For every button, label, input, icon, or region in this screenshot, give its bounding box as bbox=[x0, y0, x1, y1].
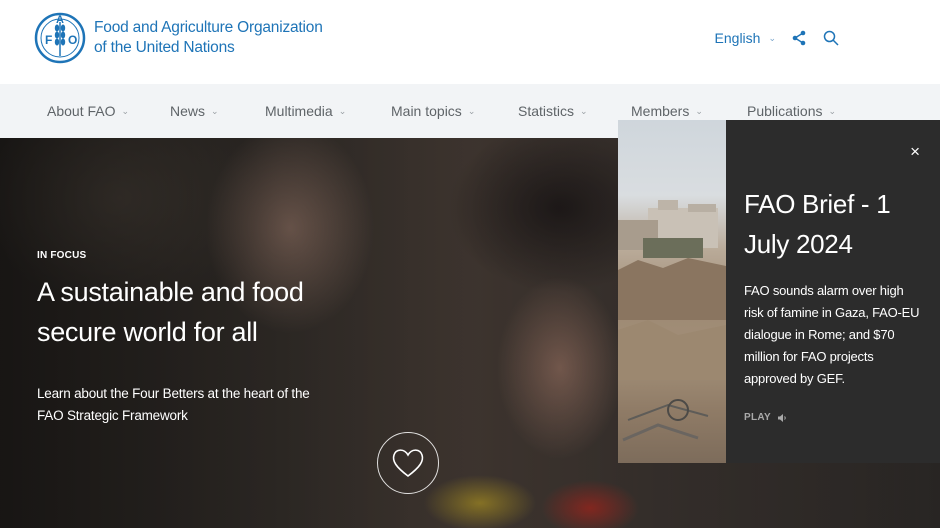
site-header: F O A Food and Agriculture Organization … bbox=[0, 0, 940, 84]
chevron-down-icon: ⌄ bbox=[695, 105, 703, 116]
fao-seal-icon: F O A bbox=[34, 12, 86, 64]
nav-item-members[interactable]: Members ⌄ bbox=[631, 103, 703, 119]
hero-headline[interactable]: A sustainable and food secure world for … bbox=[37, 272, 377, 352]
chevron-down-icon: ⌄ bbox=[828, 105, 837, 116]
nav-item-statistics[interactable]: Statistics ⌄ bbox=[518, 103, 588, 119]
org-name-line2: of the United Nations bbox=[94, 39, 235, 56]
hero-subtext[interactable]: Learn about the Four Betters at the hear… bbox=[37, 383, 337, 427]
org-name: Food and Agriculture Organization of the… bbox=[94, 18, 323, 58]
nav-item-label: Statistics bbox=[518, 103, 575, 119]
nav-item-label: Publications bbox=[747, 103, 823, 119]
svg-text:O: O bbox=[68, 33, 77, 47]
nav-item-label: Members bbox=[631, 103, 690, 119]
nav-item-multimedia[interactable]: Multimedia ⌄ bbox=[265, 103, 346, 119]
org-name-line1: Food and Agriculture Organization bbox=[94, 19, 323, 36]
nav-item-label: News bbox=[170, 103, 206, 119]
nav-item-main-topics[interactable]: Main topics ⌄ bbox=[391, 103, 475, 119]
speaker-icon bbox=[777, 413, 786, 422]
popup-thumbnail[interactable] bbox=[618, 120, 726, 463]
chevron-down-icon: ⌄ bbox=[211, 105, 219, 116]
svg-text:A: A bbox=[56, 14, 64, 26]
heart-button[interactable] bbox=[377, 432, 439, 494]
language-selector[interactable]: English ⌄ bbox=[715, 30, 776, 46]
play-label: PLAY bbox=[744, 412, 771, 423]
nav-item-about-fao[interactable]: About FAO ⌄ bbox=[47, 103, 129, 119]
share-icon[interactable] bbox=[790, 29, 808, 47]
chevron-down-icon: ⌄ bbox=[467, 105, 476, 116]
play-button[interactable]: PLAY bbox=[744, 412, 787, 423]
nav-item-label: Main topics bbox=[391, 103, 462, 119]
chevron-down-icon: ⌄ bbox=[338, 105, 347, 116]
hero-eyebrow: IN FOCUS bbox=[37, 250, 87, 261]
nav-item-label: About FAO bbox=[47, 103, 116, 119]
chevron-down-icon: ⌄ bbox=[768, 32, 776, 43]
nav-item-label: Multimedia bbox=[265, 103, 333, 119]
popup-title[interactable]: FAO Brief - 1 July 2024 bbox=[744, 184, 934, 264]
fao-brief-popup: × FAO Brief - 1 July 2024 FAO sounds ala… bbox=[618, 120, 940, 463]
close-icon[interactable]: × bbox=[910, 142, 920, 162]
svg-text:F: F bbox=[45, 33, 52, 47]
nav-item-news[interactable]: News ⌄ bbox=[170, 103, 219, 119]
chevron-down-icon: ⌄ bbox=[121, 105, 130, 116]
heart-icon bbox=[392, 449, 424, 478]
language-label: English bbox=[714, 30, 761, 46]
nav-item-publications[interactable]: Publications ⌄ bbox=[747, 103, 836, 119]
popup-body: FAO sounds alarm over high risk of famin… bbox=[744, 283, 920, 386]
search-icon[interactable] bbox=[822, 29, 840, 47]
fao-logo-link[interactable]: F O A Food and Agriculture Organization … bbox=[34, 6, 323, 70]
rubble-scene-image bbox=[618, 200, 726, 442]
chevron-down-icon: ⌄ bbox=[580, 105, 588, 116]
header-utilities: English ⌄ bbox=[715, 29, 840, 47]
